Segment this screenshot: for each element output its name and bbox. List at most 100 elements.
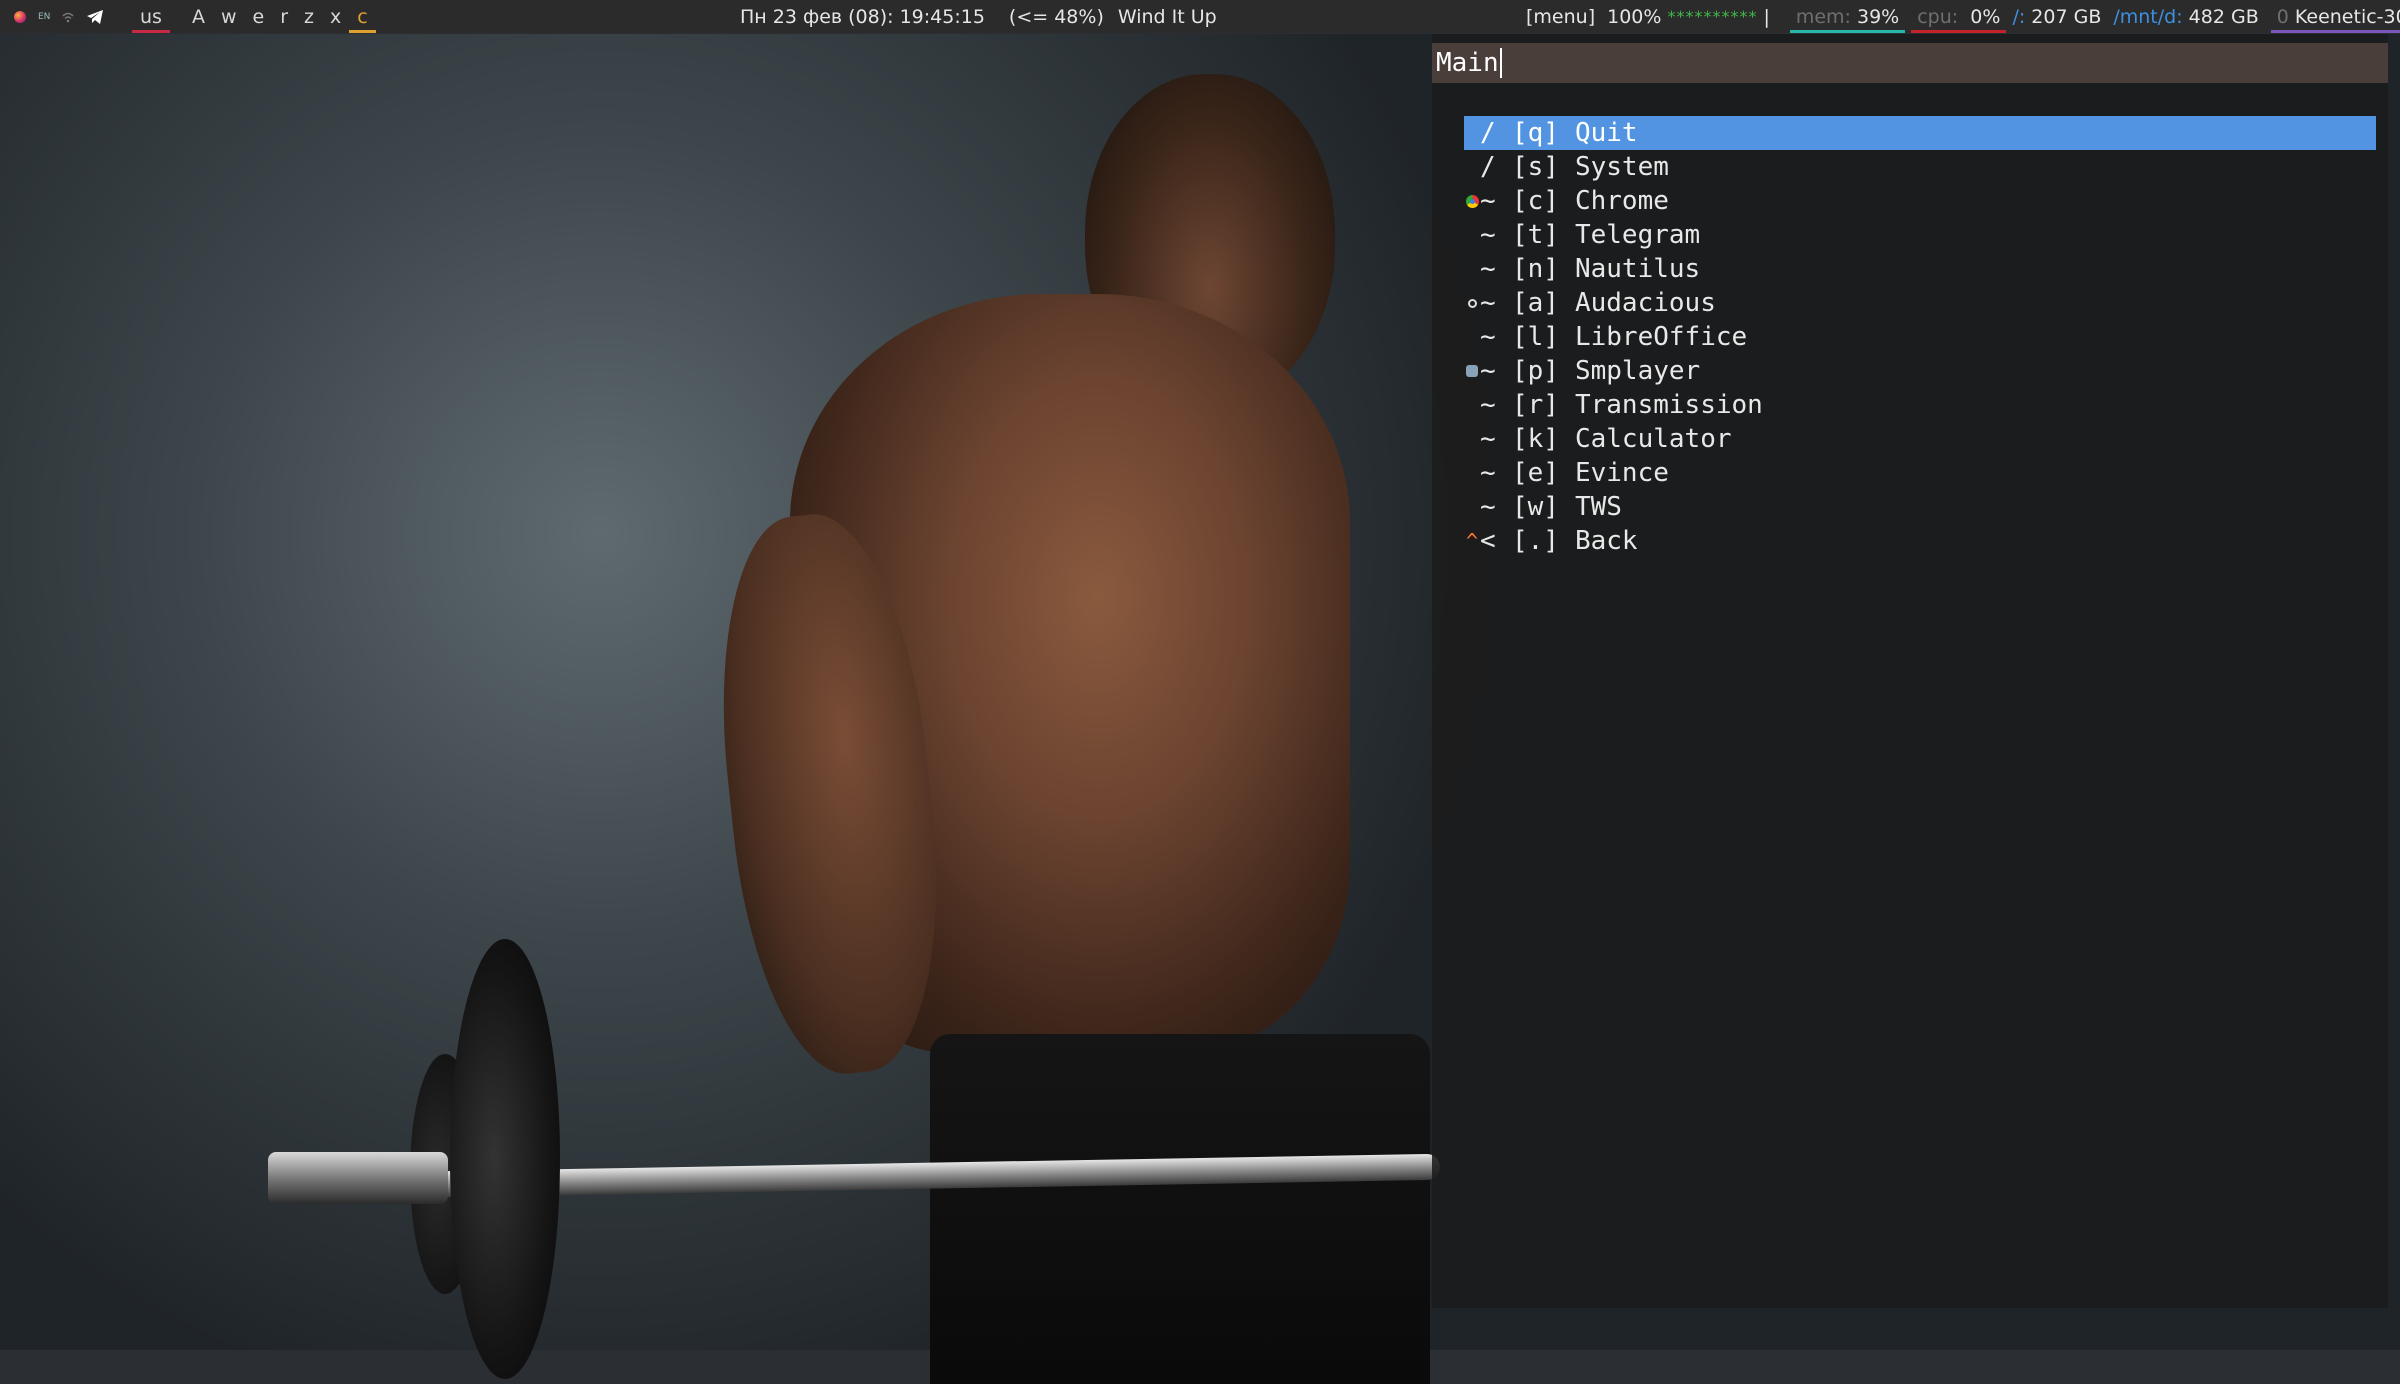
cpu-value: 0% (1970, 5, 2001, 28)
menu-item-shortcut: [e] (1512, 458, 1559, 488)
menu-item-prefix: ~ (1480, 356, 1496, 386)
menu-item-icon-slot (1464, 456, 1480, 490)
chrome-icon (1464, 184, 1480, 218)
lang-indicator-icon[interactable]: EN (38, 12, 50, 22)
menu-item-label: Chrome (1574, 186, 1669, 216)
menu-item-telegram[interactable]: ~ [t] Telegram (1464, 218, 2376, 252)
menu-item-prefix: / (1480, 152, 1496, 182)
menu-item-shortcut: [.] (1512, 526, 1559, 556)
menu-item-label: LibreOffice (1574, 322, 1748, 352)
disk-mnt-widget: /mnt/d: 482 GB (2107, 0, 2264, 33)
menu-item-prefix: / (1480, 118, 1496, 148)
menu-item-prefix: ~ (1480, 424, 1496, 454)
now-playing[interactable]: Wind It Up (1118, 6, 1217, 28)
menu-item-icon-slot (1464, 422, 1480, 456)
mode-indicator: [menu] (1526, 5, 1596, 28)
menu-item-icon-slot (1464, 116, 1480, 150)
telegram-icon[interactable] (86, 9, 104, 25)
menu-item-shortcut: [n] (1512, 254, 1559, 284)
wallpaper-barbell-collar (268, 1152, 448, 1204)
menu-item-label: TWS (1574, 492, 1622, 522)
menu-item-quit[interactable]: / [q] Quit (1464, 116, 2376, 150)
menu-item-shortcut: [s] (1512, 152, 1559, 182)
right-info: [menu] 100% ********** | mem: 39% cpu: 0… (1520, 0, 2400, 33)
network-prefix: 0 (2276, 5, 2289, 28)
disk-root-label: /: (2012, 5, 2026, 28)
menu-item-icon-slot (1464, 252, 1480, 286)
workspace-w[interactable]: w (213, 0, 245, 33)
menu-item-prefix: ~ (1480, 458, 1496, 488)
menu-item-label: Nautilus (1574, 254, 1701, 284)
menu-item-shortcut: [p] (1512, 356, 1559, 386)
disk-root-widget: /: 207 GB (2006, 0, 2107, 33)
wifi-icon[interactable] (62, 11, 74, 23)
menu-item-label: Smplayer (1574, 356, 1701, 386)
menu-item-libreoffice[interactable]: ~ [l] LibreOffice (1464, 320, 2376, 354)
volume-value[interactable]: 100% (1601, 0, 1667, 33)
menu-item-smplayer[interactable]: ~ [p] Smplayer (1464, 354, 2376, 388)
network-name: Keenetic-3022 (2294, 5, 2400, 28)
volume-bar[interactable]: ********** (1667, 0, 1763, 33)
menu-item-system[interactable]: / [s] System (1464, 150, 2376, 184)
workspace-e[interactable]: e (245, 0, 273, 33)
workspace-layout-us[interactable]: us (132, 0, 170, 33)
menu-item-prefix: ~ (1480, 288, 1496, 318)
menu-item-shortcut: [c] (1512, 186, 1559, 216)
workspace-z[interactable]: z (296, 0, 322, 33)
volume-separator: | (1763, 5, 1770, 28)
menu-item-icon-slot (1464, 218, 1480, 252)
caret-up-icon: ^ (1465, 529, 1479, 553)
workspace-switcher: us Aw e r z x c (132, 0, 376, 33)
menu-list: / [q] Quit / [s] System ~ [c] Chrome ~ [t] Telegram… (1464, 116, 2376, 558)
workspace-x[interactable]: x (322, 0, 349, 33)
menu-item-icon-slot (1464, 320, 1480, 354)
menu-item-nautilus[interactable]: ~ [n] Nautilus (1464, 252, 2376, 286)
network-widget[interactable]: 0 Keenetic-3022 (2270, 0, 2400, 33)
menu-item-calculator[interactable]: ~ [k] Calculator (1464, 422, 2376, 456)
main-menu-panel: Main / [q] Quit / [s] System ~ [c] Chrome ~ [t] Tel… (1432, 34, 2388, 1308)
menu-prompt-text: Main (1436, 48, 1499, 78)
wallpaper-barbell-plate (450, 939, 560, 1379)
menu-item-prefix: ~ (1480, 492, 1496, 522)
menu-item-audacious[interactable]: ~ [a] Audacious (1464, 286, 2376, 320)
system-tray: EN (14, 0, 104, 33)
menu-item-label: Audacious (1574, 288, 1716, 318)
menu-item-prefix: ~ (1480, 322, 1496, 352)
menu-item-label: Telegram (1574, 220, 1701, 250)
menu-item-shortcut: [k] (1512, 424, 1559, 454)
menu-item-shortcut: [r] (1512, 390, 1559, 420)
disk-mnt-value: 482 GB (2188, 5, 2259, 28)
menu-item-icon-slot (1464, 150, 1480, 184)
menu-item-evince[interactable]: ~ [e] Evince (1464, 456, 2376, 490)
menu-item-label: System (1574, 152, 1669, 182)
cpu-label: cpu: (1917, 5, 1959, 28)
datetime: Пн 23 фев (08): 19:45:15 (740, 5, 985, 28)
firefox-icon[interactable] (14, 10, 26, 23)
workspace-r[interactable]: r (272, 0, 296, 33)
chrome-logo (1465, 194, 1479, 208)
disk-root-value: 207 GB (2031, 5, 2102, 28)
menu-item-icon-slot (1464, 388, 1480, 422)
mem-value: 39% (1857, 5, 1900, 28)
smplayer-icon (1464, 354, 1480, 388)
menu-item-transmission[interactable]: ~ [r] Transmission (1464, 388, 2376, 422)
mem-label: mem: (1795, 5, 1851, 28)
menu-prompt-input[interactable]: Main (1432, 43, 2388, 83)
menu-item-shortcut: [l] (1512, 322, 1559, 352)
menu-item-label: Back (1574, 526, 1638, 556)
workspace-A[interactable]: A (184, 0, 213, 33)
mem-widget: mem: 39% (1789, 0, 1906, 33)
menu-item-tws[interactable]: ~ [w] TWS (1464, 490, 2376, 524)
menu-item-icon-slot (1464, 490, 1480, 524)
menu-item-back[interactable]: ^ < [.] Back (1464, 524, 2376, 558)
menu-item-chrome[interactable]: ~ [c] Chrome (1464, 184, 2376, 218)
audacious-icon (1464, 286, 1480, 320)
menu-item-label: Evince (1574, 458, 1669, 488)
menu-item-label: Quit (1574, 118, 1638, 148)
back-icon: ^ (1464, 524, 1480, 558)
smplayer-logo (1466, 365, 1478, 377)
menu-item-shortcut: [t] (1512, 220, 1559, 250)
workspace-c[interactable]: c (349, 0, 376, 33)
menu-item-prefix: < (1480, 526, 1496, 556)
center-info: Пн 23 фев (08): 19:45:15 (<= 48%) Wind I… (740, 0, 1217, 33)
